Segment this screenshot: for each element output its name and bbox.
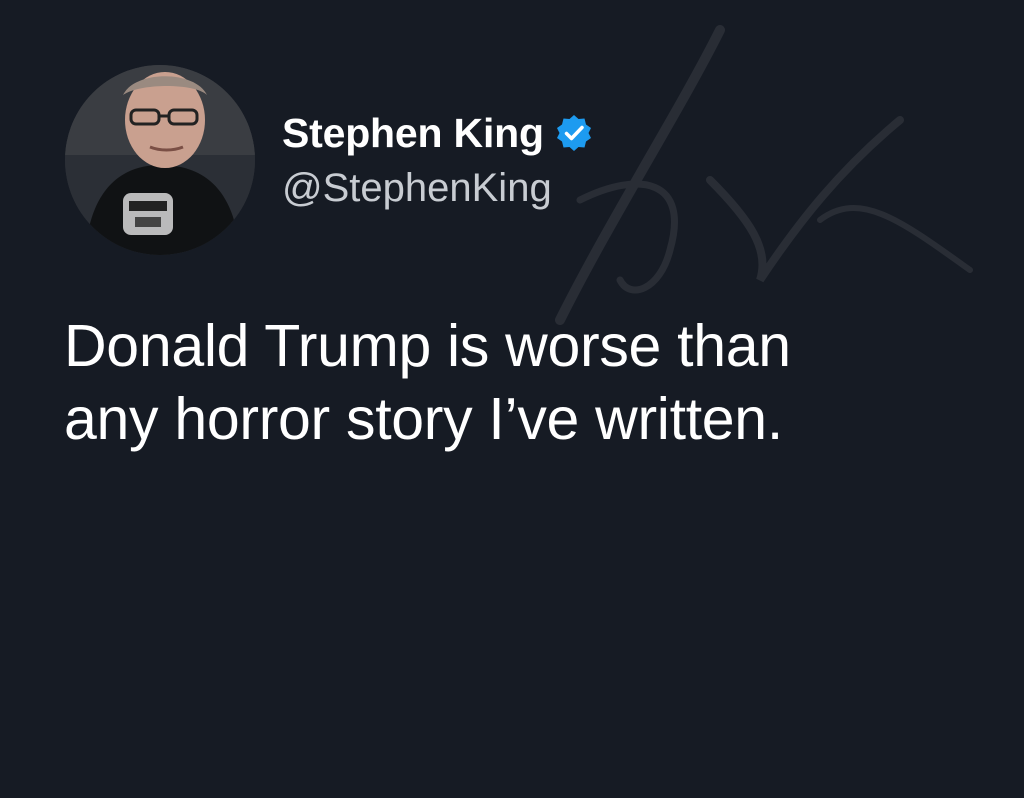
tweet-header: Stephen King @StephenKing: [282, 108, 594, 212]
tweet-text-line: Donald Trump is worse than: [64, 313, 791, 379]
avatar[interactable]: [65, 65, 255, 255]
author-photo: [65, 65, 255, 255]
name-row: Stephen King: [282, 108, 594, 158]
verified-badge-icon: [556, 115, 591, 151]
display-name[interactable]: Stephen King: [282, 108, 544, 158]
tweet-text: Donald Trump is worse than any horror st…: [64, 310, 964, 456]
tweet-card: Stephen King @StephenKing Donald Trump i…: [0, 0, 1024, 798]
tweet-text-line: any horror story I’ve written.: [64, 386, 783, 452]
handle[interactable]: @StephenKing: [282, 164, 594, 212]
